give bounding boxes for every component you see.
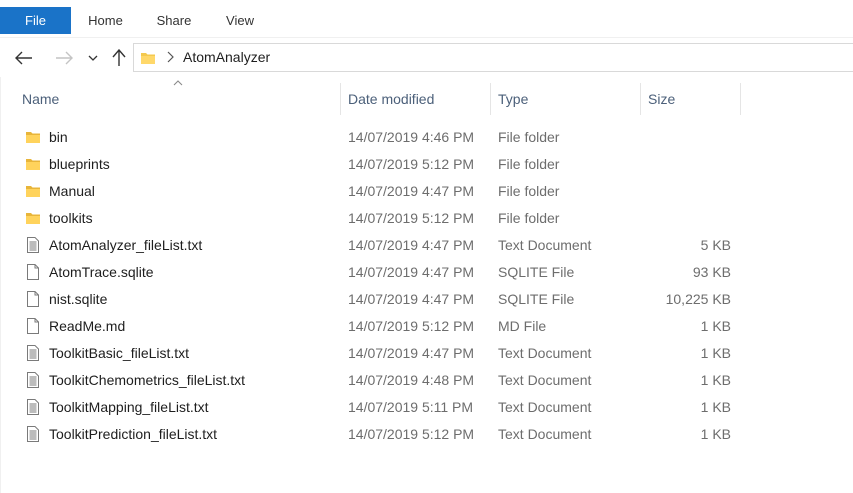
blank-file-icon	[27, 318, 39, 334]
file-date: 14/07/2019 4:47 PM	[348, 237, 475, 253]
back-button[interactable]	[12, 46, 36, 70]
folder-icon	[26, 132, 40, 143]
file-type: Text Document	[498, 426, 592, 442]
file-type: SQLITE File	[498, 291, 575, 307]
file-type: Text Document	[498, 372, 592, 388]
file-size: 1 KB	[700, 426, 731, 442]
file-size: 1 KB	[700, 372, 731, 388]
blank-file-icon	[27, 264, 39, 280]
up-button[interactable]	[107, 46, 131, 70]
tab-view[interactable]: View	[218, 7, 262, 35]
arrow-left-icon	[15, 51, 32, 65]
file-type: Text Document	[498, 399, 592, 415]
text-file-icon	[27, 399, 39, 415]
folder-icon	[141, 53, 155, 64]
list-item[interactable]: bin 14/07/2019 4:46 PM File folder	[0, 124, 853, 151]
list-item[interactable]: ToolkitChemometrics_fileList.txt 14/07/2…	[0, 367, 853, 394]
file-type: File folder	[498, 129, 560, 145]
list-item[interactable]: ToolkitBasic_fileList.txt 14/07/2019 4:4…	[0, 340, 853, 367]
file-name: bin	[49, 129, 68, 145]
file-type: Text Document	[498, 345, 592, 361]
file-name: nist.sqlite	[49, 291, 108, 307]
file-type: SQLITE File	[498, 264, 575, 280]
list-item[interactable]: blueprints 14/07/2019 5:12 PM File folde…	[0, 151, 853, 178]
text-file-icon	[27, 426, 39, 442]
address-row: AtomAnalyzer	[0, 37, 853, 77]
file-size: 1 KB	[700, 345, 731, 361]
sort-ascending-icon	[173, 80, 183, 86]
list-item[interactable]: Manual 14/07/2019 4:47 PM File folder	[0, 178, 853, 205]
column-headers: Name Date modified Type Size	[0, 80, 853, 115]
file-name: AtomAnalyzer_fileList.txt	[49, 237, 203, 253]
text-file-icon	[27, 372, 39, 388]
list-item[interactable]: ReadMe.md 14/07/2019 5:12 PM MD File 1 K…	[0, 313, 853, 340]
file-size: 10,225 KB	[665, 291, 731, 307]
file-name: ToolkitBasic_fileList.txt	[49, 345, 190, 361]
file-type: File folder	[498, 183, 560, 199]
column-divider[interactable]	[740, 83, 741, 115]
breadcrumb-atomanalyzer[interactable]: AtomAnalyzer	[183, 44, 270, 71]
list-item[interactable]: AtomAnalyzer_fileList.txt 14/07/2019 4:4…	[0, 232, 853, 259]
file-name: blueprints	[49, 156, 110, 172]
file-type: Text Document	[498, 237, 592, 253]
text-file-icon	[27, 345, 39, 361]
file-name: Manual	[49, 183, 95, 199]
arrow-up-icon	[112, 49, 126, 66]
file-name: ToolkitMapping_fileList.txt	[49, 399, 209, 415]
file-date: 14/07/2019 5:11 PM	[348, 399, 474, 415]
file-type: File folder	[498, 210, 560, 226]
chevron-right-icon[interactable]	[166, 51, 174, 63]
column-divider[interactable]	[340, 83, 341, 115]
file-size: 5 KB	[700, 237, 731, 253]
file-type: MD File	[498, 318, 547, 334]
arrow-right-icon	[56, 51, 73, 65]
list-item[interactable]: toolkits 14/07/2019 5:12 PM File folder	[0, 205, 853, 232]
file-name: ToolkitPrediction_fileList.txt	[49, 426, 218, 442]
address-bar[interactable]: AtomAnalyzer	[133, 43, 853, 72]
column-name-header[interactable]: Name	[22, 83, 59, 115]
file-date: 14/07/2019 5:12 PM	[348, 156, 475, 172]
file-size: 93 KB	[692, 264, 731, 280]
column-divider[interactable]	[490, 83, 491, 115]
column-size-header[interactable]: Size	[648, 83, 675, 115]
file-date: 14/07/2019 5:12 PM	[348, 426, 475, 442]
list-item[interactable]: nist.sqlite 14/07/2019 4:47 PM SQLITE Fi…	[0, 286, 853, 313]
tab-home[interactable]: Home	[78, 7, 133, 35]
file-name: toolkits	[49, 210, 93, 226]
file-date: 14/07/2019 4:48 PM	[348, 372, 475, 388]
folder-icon	[26, 159, 40, 170]
folder-icon	[26, 186, 40, 197]
file-date: 14/07/2019 4:46 PM	[348, 129, 475, 145]
list-item[interactable]: AtomTrace.sqlite 14/07/2019 4:47 PM SQLI…	[0, 259, 853, 286]
list-item[interactable]: ToolkitPrediction_fileList.txt 14/07/201…	[0, 421, 853, 448]
file-date: 14/07/2019 4:47 PM	[348, 345, 475, 361]
forward-button[interactable]	[52, 46, 76, 70]
column-type-header[interactable]: Type	[498, 83, 528, 115]
column-divider[interactable]	[640, 83, 641, 115]
file-size: 1 KB	[700, 399, 731, 415]
file-date: 14/07/2019 5:12 PM	[348, 210, 475, 226]
file-date: 14/07/2019 5:12 PM	[348, 318, 475, 334]
file-name: ReadMe.md	[49, 318, 126, 334]
blank-file-icon	[27, 291, 39, 307]
tab-file[interactable]: File	[0, 7, 71, 34]
file-size: 1 KB	[700, 318, 731, 334]
ribbon: File Home Share View	[0, 0, 853, 37]
file-type: File folder	[498, 156, 560, 172]
file-date: 14/07/2019 4:47 PM	[348, 264, 475, 280]
text-file-icon	[27, 237, 39, 253]
tab-share[interactable]: Share	[150, 7, 198, 35]
file-date: 14/07/2019 4:47 PM	[348, 291, 475, 307]
recent-locations-button[interactable]	[84, 46, 102, 70]
file-name: ToolkitChemometrics_fileList.txt	[49, 372, 246, 388]
chevron-down-icon	[88, 55, 98, 61]
file-name: AtomTrace.sqlite	[49, 264, 154, 280]
folder-icon	[26, 213, 40, 224]
file-date: 14/07/2019 4:47 PM	[348, 183, 475, 199]
list-item[interactable]: ToolkitMapping_fileList.txt 14/07/2019 5…	[0, 394, 853, 421]
column-date-header[interactable]: Date modified	[348, 83, 434, 115]
